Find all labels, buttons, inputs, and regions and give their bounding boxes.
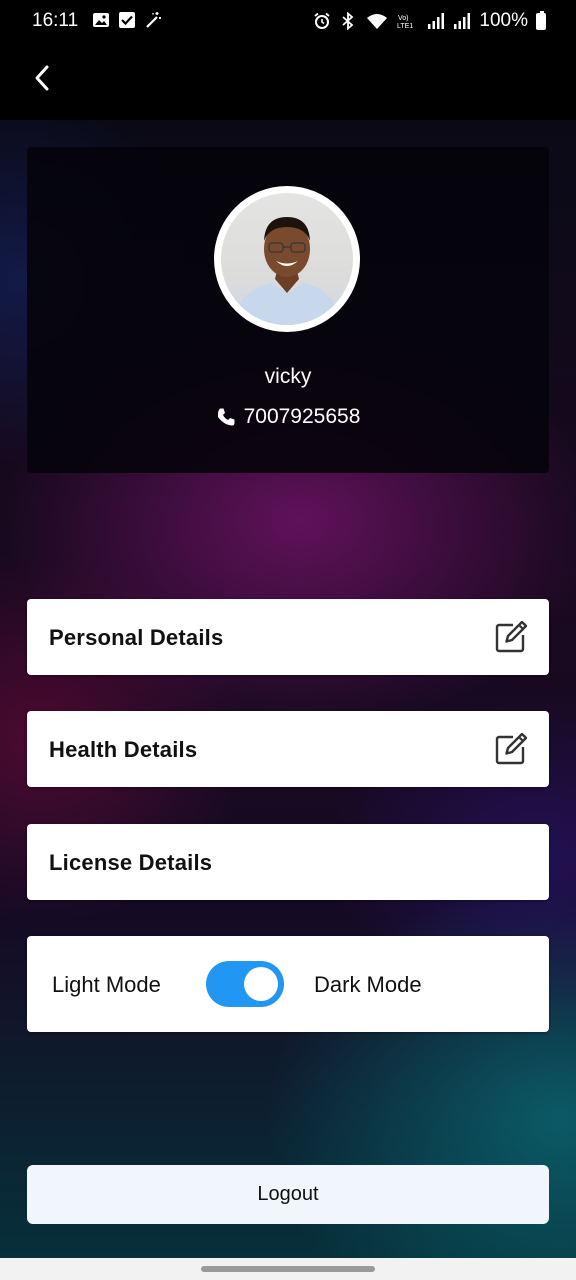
toggle-knob	[244, 967, 278, 1001]
license-details-label: License Details	[49, 850, 213, 875]
avatar[interactable]	[214, 186, 360, 332]
status-left-icons	[92, 11, 162, 29]
back-button[interactable]	[26, 62, 58, 94]
personal-details-label: Personal Details	[49, 625, 224, 650]
status-time: 16:11	[32, 10, 79, 31]
svg-text:LTE1: LTE1	[397, 23, 413, 30]
phone-icon	[217, 408, 235, 426]
logout-button[interactable]: Logout	[27, 1165, 549, 1224]
signal-icon	[454, 13, 471, 29]
light-mode-label: Light Mode	[52, 972, 161, 997]
image-icon	[93, 13, 109, 27]
svg-text:Vo): Vo)	[398, 15, 409, 22]
profile-screen: vicky 7007925658 Personal Details Health…	[0, 120, 576, 1258]
personal-details-row[interactable]: Personal Details	[27, 599, 549, 675]
bluetooth-icon	[342, 12, 354, 30]
phone-number: 7007925658	[243, 405, 361, 428]
edit-icon[interactable]	[493, 619, 529, 655]
person-photo-icon	[233, 217, 341, 325]
battery-percent: 100%	[479, 10, 528, 31]
volte-lte-icon: Vo)LTE1	[397, 15, 413, 30]
app-bar	[0, 42, 576, 120]
status-right: Vo) LTE1 100%	[313, 10, 546, 32]
signal-icon	[428, 13, 445, 29]
profile-card: vicky 7007925658	[27, 147, 549, 473]
edit-icon[interactable]	[493, 731, 529, 767]
theme-toggle[interactable]	[206, 961, 284, 1007]
status-bar: 16:11 Vo) LTE1 100%	[0, 0, 576, 42]
dark-mode-label: Dark Mode	[314, 972, 422, 997]
chevron-left-icon	[35, 65, 49, 91]
check-box-icon	[119, 12, 135, 28]
battery-icon	[536, 10, 546, 30]
wifi-icon	[367, 14, 388, 29]
magic-wand-icon	[146, 12, 161, 28]
health-details-row[interactable]: Health Details	[27, 711, 549, 787]
avatar-photo	[221, 193, 353, 325]
health-details-label: Health Details	[49, 737, 198, 762]
theme-mode-card: Light Mode Dark Mode	[27, 936, 549, 1032]
profile-phone: 7007925658	[27, 405, 549, 429]
home-gesture-handle[interactable]	[201, 1266, 375, 1272]
navigation-bar	[0, 1258, 576, 1280]
license-details-row[interactable]: License Details	[27, 824, 549, 900]
profile-name: vicky	[264, 365, 312, 388]
alarm-icon	[314, 12, 330, 29]
